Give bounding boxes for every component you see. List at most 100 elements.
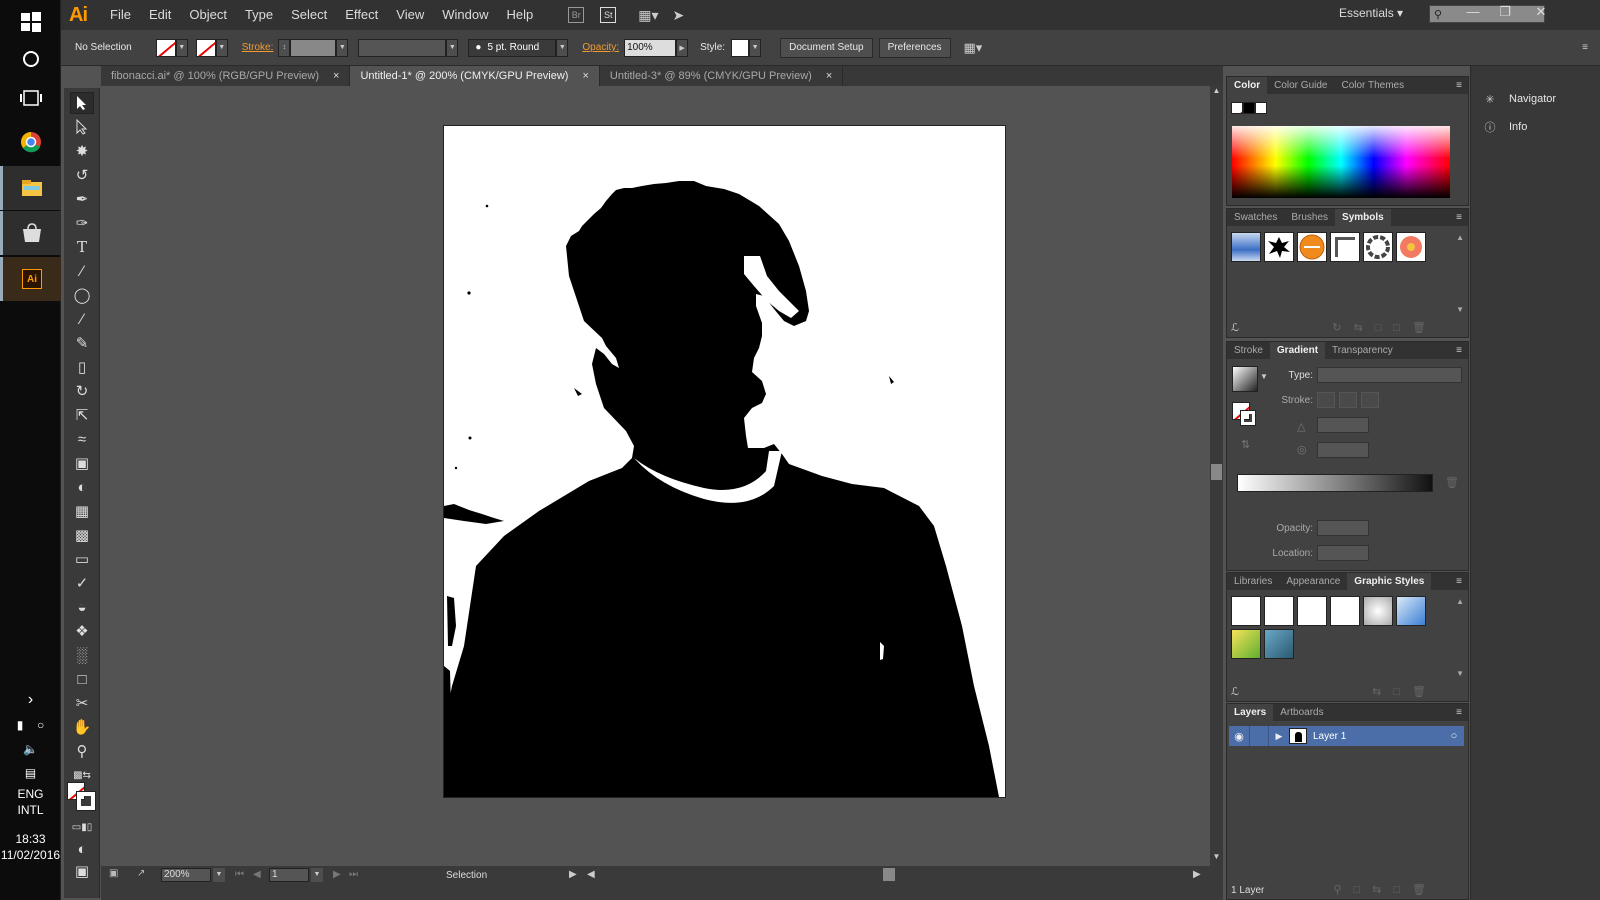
arrange-icon[interactable]: ▦▾ [964,40,983,56]
artboard-dropdown-icon[interactable]: ▼ [311,868,323,882]
tab-untitled-3[interactable]: Untitled-3* @ 89% (CMYK/GPU Preview) × [600,66,844,86]
gradient-type-select[interactable] [1317,367,1462,383]
symbol-blue-banner[interactable] [1231,232,1261,262]
fill-stroke-indicator[interactable] [67,782,97,812]
chrome-icon[interactable] [0,120,61,164]
style-no-stroke[interactable] [1264,596,1294,626]
show-hidden-icons-icon[interactable]: › [0,680,61,720]
style-dropdown-icon[interactable]: ▼ [749,38,762,57]
shape-builder-tool-icon[interactable]: ◐ [70,476,94,498]
perspective-grid-tool-icon[interactable]: ▦ [70,500,94,522]
control-panel-menu-icon[interactable]: ≡ [1582,42,1588,53]
style-libraries-icon[interactable]: ℒ [1231,685,1239,698]
minimize-icon[interactable]: — [1458,2,1488,22]
gradient-slider[interactable] [1237,474,1433,492]
pencil-tool-icon[interactable]: ✎ [70,332,94,354]
clock-date[interactable]: 11/02/2016 [0,848,61,862]
panel-menu-icon[interactable]: ≡ [1456,573,1468,590]
symbol-sprayer-tool-icon[interactable]: ❖ [70,620,94,642]
color-mode-icons[interactable]: ▭▮▯ [70,816,94,838]
panel-menu-icon[interactable]: ≡ [1456,77,1468,94]
tab-color-themes[interactable]: Color Themes [1334,77,1411,94]
horizontal-scroll-thumb[interactable] [883,868,895,881]
scroll-down-icon[interactable]: ▼ [1456,305,1464,314]
previous-artboard-icon[interactable]: ◀ [253,869,261,880]
scroll-left-icon[interactable]: ◀ [587,869,595,880]
menu-effect[interactable]: Effect [336,0,387,30]
wifi-icon[interactable]: ○ [37,718,44,732]
symbol-libraries-icon[interactable]: ℒ [1231,321,1239,334]
opacity-input[interactable]: 100% [624,38,677,57]
stop-opacity-input[interactable] [1317,520,1369,536]
menu-view[interactable]: View [387,0,433,30]
gradient-dropdown-icon[interactable]: ▼ [1260,372,1268,381]
white-swatch[interactable] [1255,102,1267,114]
variable-width-dropdown-icon[interactable]: ▼ [446,38,459,57]
battery-icon[interactable]: ▮ [17,718,24,732]
store-icon[interactable] [0,211,61,255]
status-menu-icon[interactable]: ▶ [569,869,577,880]
tab-swatches[interactable]: Swatches [1227,209,1284,226]
tab-libraries[interactable]: Libraries [1227,573,1279,590]
tab-layers[interactable]: Layers [1227,704,1274,721]
rotate-tool-icon[interactable]: ↻ [70,380,94,402]
style-blue-bevel[interactable] [1396,596,1426,626]
aspect-ratio-input[interactable] [1317,442,1369,458]
symbol-ink-splat[interactable] [1264,232,1294,262]
graphic-style-swatch[interactable] [731,38,750,57]
layout-label[interactable]: INTL [0,803,61,817]
tab-color[interactable]: Color [1227,77,1268,94]
stroke-weight-input[interactable] [290,38,337,57]
tab-brushes[interactable]: Brushes [1284,209,1335,226]
vertical-scrollbar[interactable]: ▲ ▼ [1210,86,1223,866]
symbol-actions-icons[interactable]: ↻⇆□□🗑 [1332,321,1438,334]
volume-icon[interactable]: 🔈 [0,742,61,756]
stroke-dropdown-icon[interactable]: ▼ [215,38,228,57]
variable-width-profile[interactable] [358,38,447,57]
panel-menu-icon[interactable]: ≡ [1456,209,1468,226]
menu-type[interactable]: Type [236,0,282,30]
column-graph-tool-icon[interactable]: ░ [70,644,94,666]
blend-tool-icon[interactable]: ◒ [70,596,94,618]
scroll-down-icon[interactable]: ▼ [1210,852,1223,864]
direct-selection-tool-icon[interactable] [70,116,94,138]
scroll-right-icon[interactable]: ▶ [1193,869,1201,880]
target-icon[interactable]: ○ [1444,730,1464,742]
menu-file[interactable]: File [101,0,140,30]
style-none-fill[interactable] [1330,596,1360,626]
action-center-icon[interactable]: ▤ [0,766,61,780]
reverse-gradient-icon[interactable]: ⇅ [1241,438,1250,451]
curvature-tool-icon[interactable]: ✑ [70,212,94,234]
close-tab-icon[interactable]: × [333,70,339,82]
stroke-gradient-across-icon[interactable] [1361,392,1379,408]
opacity-link[interactable]: Opacity: [582,42,619,53]
stroke-swatch[interactable] [195,38,216,57]
tab-color-guide[interactable]: Color Guide [1267,77,1334,94]
style-teal-texture[interactable] [1264,629,1294,659]
color-spectrum[interactable] [1232,126,1450,198]
lasso-tool-icon[interactable]: ↺ [70,164,94,186]
stroke-gradient-within-icon[interactable] [1317,392,1335,408]
scroll-up-icon[interactable]: ▲ [1456,597,1464,606]
cortana-icon[interactable] [0,37,61,81]
visibility-eye-icon[interactable]: ◉ [1229,730,1249,743]
menu-select[interactable]: Select [282,0,336,30]
lock-toggle[interactable] [1249,726,1269,746]
type-tool-icon[interactable]: T [70,236,94,258]
stroke-weight-stepper[interactable]: ↕ [278,38,291,57]
scale-tool-icon[interactable]: ⇱ [70,404,94,426]
tab-transparency[interactable]: Transparency [1325,342,1400,359]
menu-edit[interactable]: Edit [140,0,180,30]
style-actions-icons[interactable]: ⇆□🗑 [1372,685,1438,698]
pen-tool-icon[interactable]: ✒ [70,188,94,210]
last-artboard-icon[interactable]: ⏭ [349,869,358,880]
arrange-documents-icon[interactable]: ▦▾ [638,7,658,24]
panel-menu-icon[interactable]: ≡ [1456,342,1468,359]
fill-swatch[interactable] [155,38,176,57]
brush-dropdown-icon[interactable]: ▼ [556,38,569,57]
document-setup-button[interactable]: Document Setup [780,37,873,58]
artboard[interactable] [444,126,1005,797]
mesh-tool-icon[interactable]: ▩ [70,524,94,546]
black-swatch[interactable] [1243,102,1255,114]
layer-row[interactable]: ◉ ▶ Layer 1 ○ [1229,726,1464,746]
